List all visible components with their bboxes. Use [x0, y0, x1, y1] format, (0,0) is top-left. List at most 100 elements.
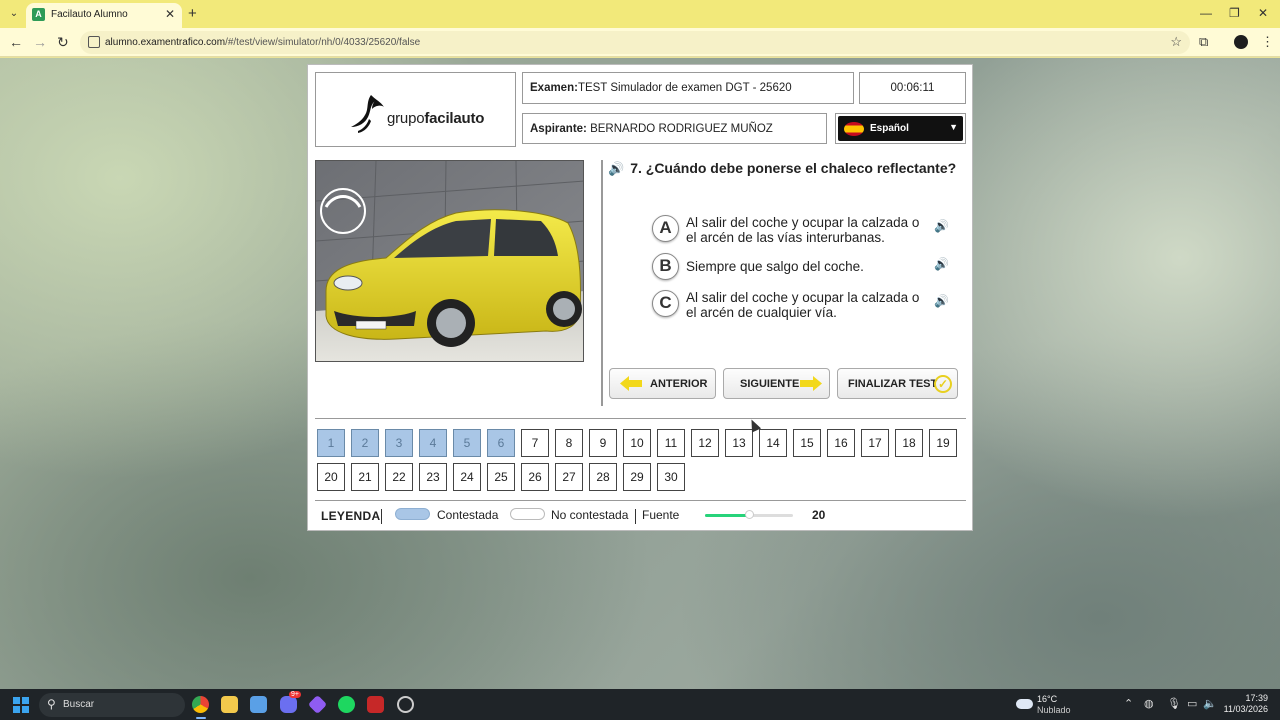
taskbar-search[interactable]: ⚲ Buscar — [39, 693, 185, 717]
browser-menu-icon[interactable]: ⋮ — [1261, 34, 1274, 50]
question-number-button[interactable]: 9 — [589, 429, 617, 457]
question-number-button[interactable]: 8 — [555, 429, 583, 457]
answer-text[interactable]: Siempre que salgo del coche. — [686, 259, 922, 274]
legend-title: LEYENDA — [321, 509, 381, 523]
question-audio-icon[interactable]: 🔊 — [608, 161, 624, 176]
answer-text[interactable]: Al salir del coche y ocupar la calzada o… — [686, 215, 922, 245]
temperature: 16°C — [1037, 694, 1058, 704]
tray-app-icon[interactable]: ◍ — [1144, 697, 1154, 710]
reload-icon[interactable]: ↻ — [57, 34, 69, 51]
question-number-button[interactable]: 30 — [657, 463, 685, 491]
question-text: ¿Cuándo debe ponerse el chaleco reflecta… — [645, 160, 957, 176]
font-label: Fuente — [642, 508, 680, 522]
address-bar[interactable]: alumno.examentrafico.com/#/test/view/sim… — [80, 31, 1190, 54]
question-number-button[interactable]: 10 — [623, 429, 651, 457]
visual-studio-icon[interactable] — [307, 694, 328, 715]
question-number-button[interactable]: 16 — [827, 429, 855, 457]
answer-audio-icon[interactable]: 🔊 — [934, 294, 949, 308]
minimize-icon[interactable]: — — [1200, 6, 1212, 20]
browser-toolbar: ← → ↻ alumno.examentrafico.com/#/test/vi… — [0, 28, 1280, 57]
timer: 00:06:11 — [859, 72, 966, 104]
system-clock[interactable]: 17:39 11/03/2026 — [1222, 693, 1268, 715]
answer-text[interactable]: Al salir del coche y ocupar la calzada o… — [686, 290, 922, 320]
tray-chevron-icon[interactable]: ⌃ — [1124, 697, 1133, 710]
question-number-button[interactable]: 2 — [351, 429, 379, 457]
search-icon: ⚲ — [47, 697, 56, 711]
question-number-button[interactable]: 12 — [691, 429, 719, 457]
language-select[interactable]: Español ▼ — [835, 113, 966, 144]
answer-letter[interactable]: C — [652, 290, 679, 317]
tab-search-chevron-icon[interactable]: ⌄ — [6, 6, 22, 22]
logo-text: grupofacilauto — [387, 110, 485, 127]
spain-flag-icon — [844, 122, 864, 136]
question-number-button[interactable]: 3 — [385, 429, 413, 457]
answered-swatch — [395, 508, 430, 520]
answer-option-b[interactable]: B Siempre que salgo del coche. 🔊 — [652, 253, 962, 281]
restore-icon[interactable]: ❐ — [1229, 6, 1240, 20]
volume-icon[interactable]: 🔈 — [1203, 697, 1217, 710]
question-number-button[interactable]: 27 — [555, 463, 583, 491]
tab-title: Facilauto Alumno — [51, 9, 128, 20]
question-number-button[interactable]: 15 — [793, 429, 821, 457]
file-explorer-icon[interactable] — [221, 696, 238, 713]
browser-tab[interactable]: A Facilauto Alumno ✕ — [26, 3, 182, 28]
question-number-button[interactable]: 14 — [759, 429, 787, 457]
question-number-button[interactable]: 23 — [419, 463, 447, 491]
font-size-slider[interactable] — [705, 510, 793, 519]
question-number-button[interactable]: 6 — [487, 429, 515, 457]
question-number-button[interactable]: 11 — [657, 429, 685, 457]
new-tab-icon[interactable]: + — [188, 5, 197, 22]
answer-option-a[interactable]: A Al salir del coche y ocupar la calzada… — [652, 215, 962, 249]
microphone-icon[interactable]: 🎙 — [1167, 697, 1181, 710]
store-icon[interactable] — [250, 696, 267, 713]
legend-bar: LEYENDA Contestada No contestada Fuente … — [315, 501, 966, 527]
answered-legend-label: Contestada — [437, 508, 499, 522]
network-icon[interactable]: ▭ — [1187, 697, 1197, 710]
question-number-button[interactable]: 28 — [589, 463, 617, 491]
question-number-button[interactable]: 20 — [317, 463, 345, 491]
window-close-icon[interactable]: ✕ — [1258, 6, 1268, 20]
previous-label: ANTERIOR — [650, 378, 708, 390]
answer-option-c[interactable]: C Al salir del coche y ocupar la calzada… — [652, 290, 962, 324]
question-number-button[interactable]: 4 — [419, 429, 447, 457]
question-number-button[interactable]: 25 — [487, 463, 515, 491]
next-label: SIGUIENTE — [740, 378, 800, 390]
question-number-button[interactable]: 19 — [929, 429, 957, 457]
question-number-button[interactable]: 7 — [521, 429, 549, 457]
finish-test-button[interactable]: FINALIZAR TEST ✓ — [837, 368, 958, 399]
answer-letter[interactable]: B — [652, 253, 679, 280]
profile-avatar[interactable] — [1234, 35, 1248, 49]
forward-icon[interactable]: → — [33, 34, 47, 50]
bookmark-star-icon[interactable]: ☆ — [1170, 34, 1182, 50]
answer-audio-icon[interactable]: 🔊 — [934, 257, 949, 271]
question-number-button[interactable]: 13 — [725, 429, 753, 457]
tab-close-icon[interactable]: ✕ — [165, 7, 175, 21]
question-number-button[interactable]: 29 — [623, 463, 651, 491]
question-number-button[interactable]: 21 — [351, 463, 379, 491]
answer-letter[interactable]: A — [652, 215, 679, 242]
question-number-button[interactable]: 17 — [861, 429, 889, 457]
previous-button[interactable]: ANTERIOR — [609, 368, 716, 399]
question-number-button[interactable]: 24 — [453, 463, 481, 491]
discord-icon[interactable]: 9+ — [280, 691, 301, 713]
windows-start-icon[interactable] — [13, 697, 29, 713]
extensions-icon[interactable]: ⧉ — [1199, 34, 1208, 50]
logo-box: grupofacilauto — [315, 72, 516, 147]
slider-thumb[interactable] — [745, 510, 754, 519]
question-number-button[interactable]: 18 — [895, 429, 923, 457]
github-icon[interactable] — [397, 696, 414, 713]
spotify-icon[interactable] — [338, 696, 355, 713]
answer-audio-icon[interactable]: 🔊 — [934, 219, 949, 233]
site-info-icon[interactable] — [88, 36, 100, 48]
next-button[interactable]: SIGUIENTE — [723, 368, 830, 399]
cloud-icon — [1016, 699, 1033, 709]
question-number-button[interactable]: 1 — [317, 429, 345, 457]
question-number-button[interactable]: 5 — [453, 429, 481, 457]
question-number-button[interactable]: 22 — [385, 463, 413, 491]
back-icon[interactable]: ← — [9, 34, 23, 50]
chrome-icon[interactable] — [192, 696, 209, 713]
question-number-button[interactable]: 26 — [521, 463, 549, 491]
font-size-value: 20 — [812, 508, 826, 522]
vertical-divider — [601, 160, 603, 406]
app-icon[interactable] — [367, 696, 384, 713]
